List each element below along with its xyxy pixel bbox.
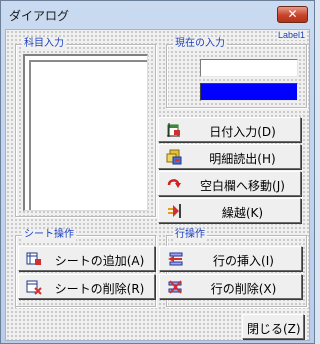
move-to-blank-label: 空白欄へ移動(J): [200, 179, 285, 193]
sheet-operation-group-title: シート操作: [22, 229, 76, 241]
date-input-button[interactable]: 日付入力(D): [158, 117, 301, 142]
row-operation-group-title: 行操作: [173, 229, 207, 241]
detail-read-label: 明細読出(H): [209, 152, 276, 166]
carry-over-icon: [168, 204, 181, 218]
current-input-textbox[interactable]: [200, 59, 298, 77]
close-label: 閉じる(Z): [247, 322, 301, 336]
current-input-group-title: 現在の入力: [173, 38, 227, 50]
move-to-blank-button[interactable]: 空白欄へ移動(J): [158, 171, 301, 196]
carry-over-label: 繰越(K): [221, 206, 264, 220]
close-button[interactable]: 閉じる(Z): [242, 314, 304, 339]
delete-row-button[interactable]: 行の削除(X): [159, 274, 302, 299]
subject-listbox-inner: [29, 60, 147, 210]
add-sheet-label: シートの追加(A): [54, 254, 145, 268]
label1: Label1: [276, 30, 306, 40]
sheet-operation-group: シート操作 シートの追加(A) シートの削除(R): [15, 229, 156, 307]
insert-row-button[interactable]: 行の挿入(I): [159, 246, 302, 271]
add-sheet-button[interactable]: シートの追加(A): [18, 246, 155, 271]
current-input-group: 現在の入力: [166, 38, 307, 108]
delete-sheet-label: シートの削除(R): [54, 282, 145, 296]
dialog-window: ダイアログ ✕ Label1 科目入力 現在の入力 日付入力(D) 明細読出(H…: [0, 0, 315, 344]
title-bar: ダイアログ ✕: [1, 1, 314, 29]
delete-row-label: 行の削除(X): [210, 282, 277, 296]
close-window-button[interactable]: ✕: [277, 6, 308, 23]
dialog-client-area: Label1 科目入力 現在の入力 日付入力(D) 明細読出(H) 空白欄へ移動…: [5, 29, 310, 341]
detail-read-button[interactable]: 明細読出(H): [158, 144, 301, 169]
add-sheet-icon: [26, 252, 41, 265]
insert-row-icon: [168, 252, 183, 266]
delete-row-icon: [168, 280, 182, 294]
arrow-return-icon: [167, 179, 181, 188]
carry-over-button[interactable]: 繰越(K): [158, 198, 301, 223]
subject-input-group-title: 科目入力: [22, 38, 66, 50]
calendar-icon: [167, 123, 180, 137]
current-color-indicator: [200, 83, 298, 101]
delete-sheet-button[interactable]: シートの削除(R): [18, 274, 155, 299]
cards-icon: [166, 149, 182, 165]
insert-row-label: 行の挿入(I): [213, 254, 274, 268]
date-input-label: 日付入力(D): [209, 125, 276, 139]
row-operation-group: 行操作 行の挿入(I) 行の削除(X): [159, 229, 307, 307]
subject-input-group: 科目入力: [15, 38, 156, 217]
window-title: ダイアログ: [9, 9, 70, 23]
subject-listbox[interactable]: [23, 54, 148, 211]
delete-sheet-icon: [26, 280, 42, 295]
